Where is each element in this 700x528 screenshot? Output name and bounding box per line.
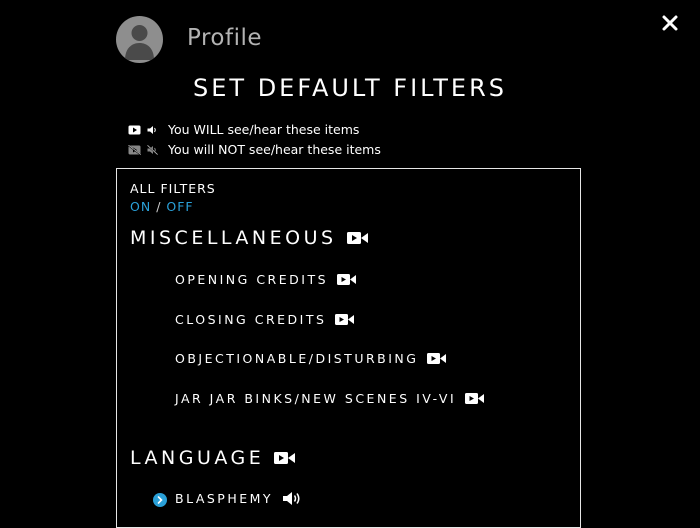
legend-not-see-text: You will NOT see/hear these items <box>168 142 381 157</box>
legend-see-text: You WILL see/hear these items <box>168 122 360 137</box>
category-miscellaneous[interactable]: MISCELLANEOUS <box>130 227 368 249</box>
filter-item-closing-credits[interactable]: CLOSING CREDITS <box>175 312 355 327</box>
legend-not-see: You will NOT see/hear these items <box>128 142 381 157</box>
all-filters-label: ALL FILTERS <box>130 181 216 196</box>
filters-panel: ALL FILTERS ON / OFF MISCELLANEOUS OPENI… <box>116 168 581 528</box>
speaker-muted-icon <box>147 144 158 155</box>
legend-see: You WILL see/hear these items <box>128 122 359 137</box>
filter-item-opening-credits[interactable]: OPENING CREDITS <box>175 272 357 287</box>
filter-item-jar-jar[interactable]: JAR JAR BINKS/NEW SCENES IV-VI <box>175 391 485 406</box>
user-icon <box>125 25 154 60</box>
video-off-icon <box>128 144 141 155</box>
video-camera-icon[interactable] <box>335 313 355 326</box>
filter-item-blasphemy[interactable]: BLASPHEMY <box>175 491 301 506</box>
video-camera-icon[interactable] <box>465 392 485 405</box>
category-label: LANGUAGE <box>130 447 265 469</box>
all-filters-on[interactable]: ON <box>130 199 151 214</box>
filter-item-label: CLOSING CREDITS <box>175 312 327 327</box>
avatar[interactable] <box>116 16 163 63</box>
video-camera-icon[interactable] <box>346 231 368 245</box>
filter-item-label: BLASPHEMY <box>175 491 274 506</box>
speaker-icon[interactable] <box>282 491 301 506</box>
all-filters-off[interactable]: OFF <box>166 199 193 214</box>
category-language[interactable]: LANGUAGE <box>130 447 296 469</box>
filter-item-objectionable[interactable]: OBJECTIONABLE/DISTURBING <box>175 351 447 366</box>
video-camera-icon[interactable] <box>427 352 447 365</box>
toggle-separator: / <box>156 199 162 214</box>
speaker-icon <box>147 125 156 134</box>
category-label: MISCELLANEOUS <box>130 227 337 249</box>
page-title: SET DEFAULT FILTERS <box>193 74 507 102</box>
filter-item-label: OBJECTIONABLE/DISTURBING <box>175 351 419 366</box>
video-camera-icon[interactable] <box>274 451 296 465</box>
filter-item-label: OPENING CREDITS <box>175 272 329 287</box>
all-filters-toggle: ON / OFF <box>130 199 194 214</box>
video-camera-icon[interactable] <box>337 273 357 286</box>
expand-arrow-icon[interactable] <box>153 493 167 507</box>
close-icon <box>662 15 678 31</box>
profile-title: Profile <box>187 25 263 51</box>
close-button[interactable] <box>659 12 681 34</box>
video-icon <box>128 125 141 134</box>
filter-item-label: JAR JAR BINKS/NEW SCENES IV-VI <box>175 391 457 406</box>
